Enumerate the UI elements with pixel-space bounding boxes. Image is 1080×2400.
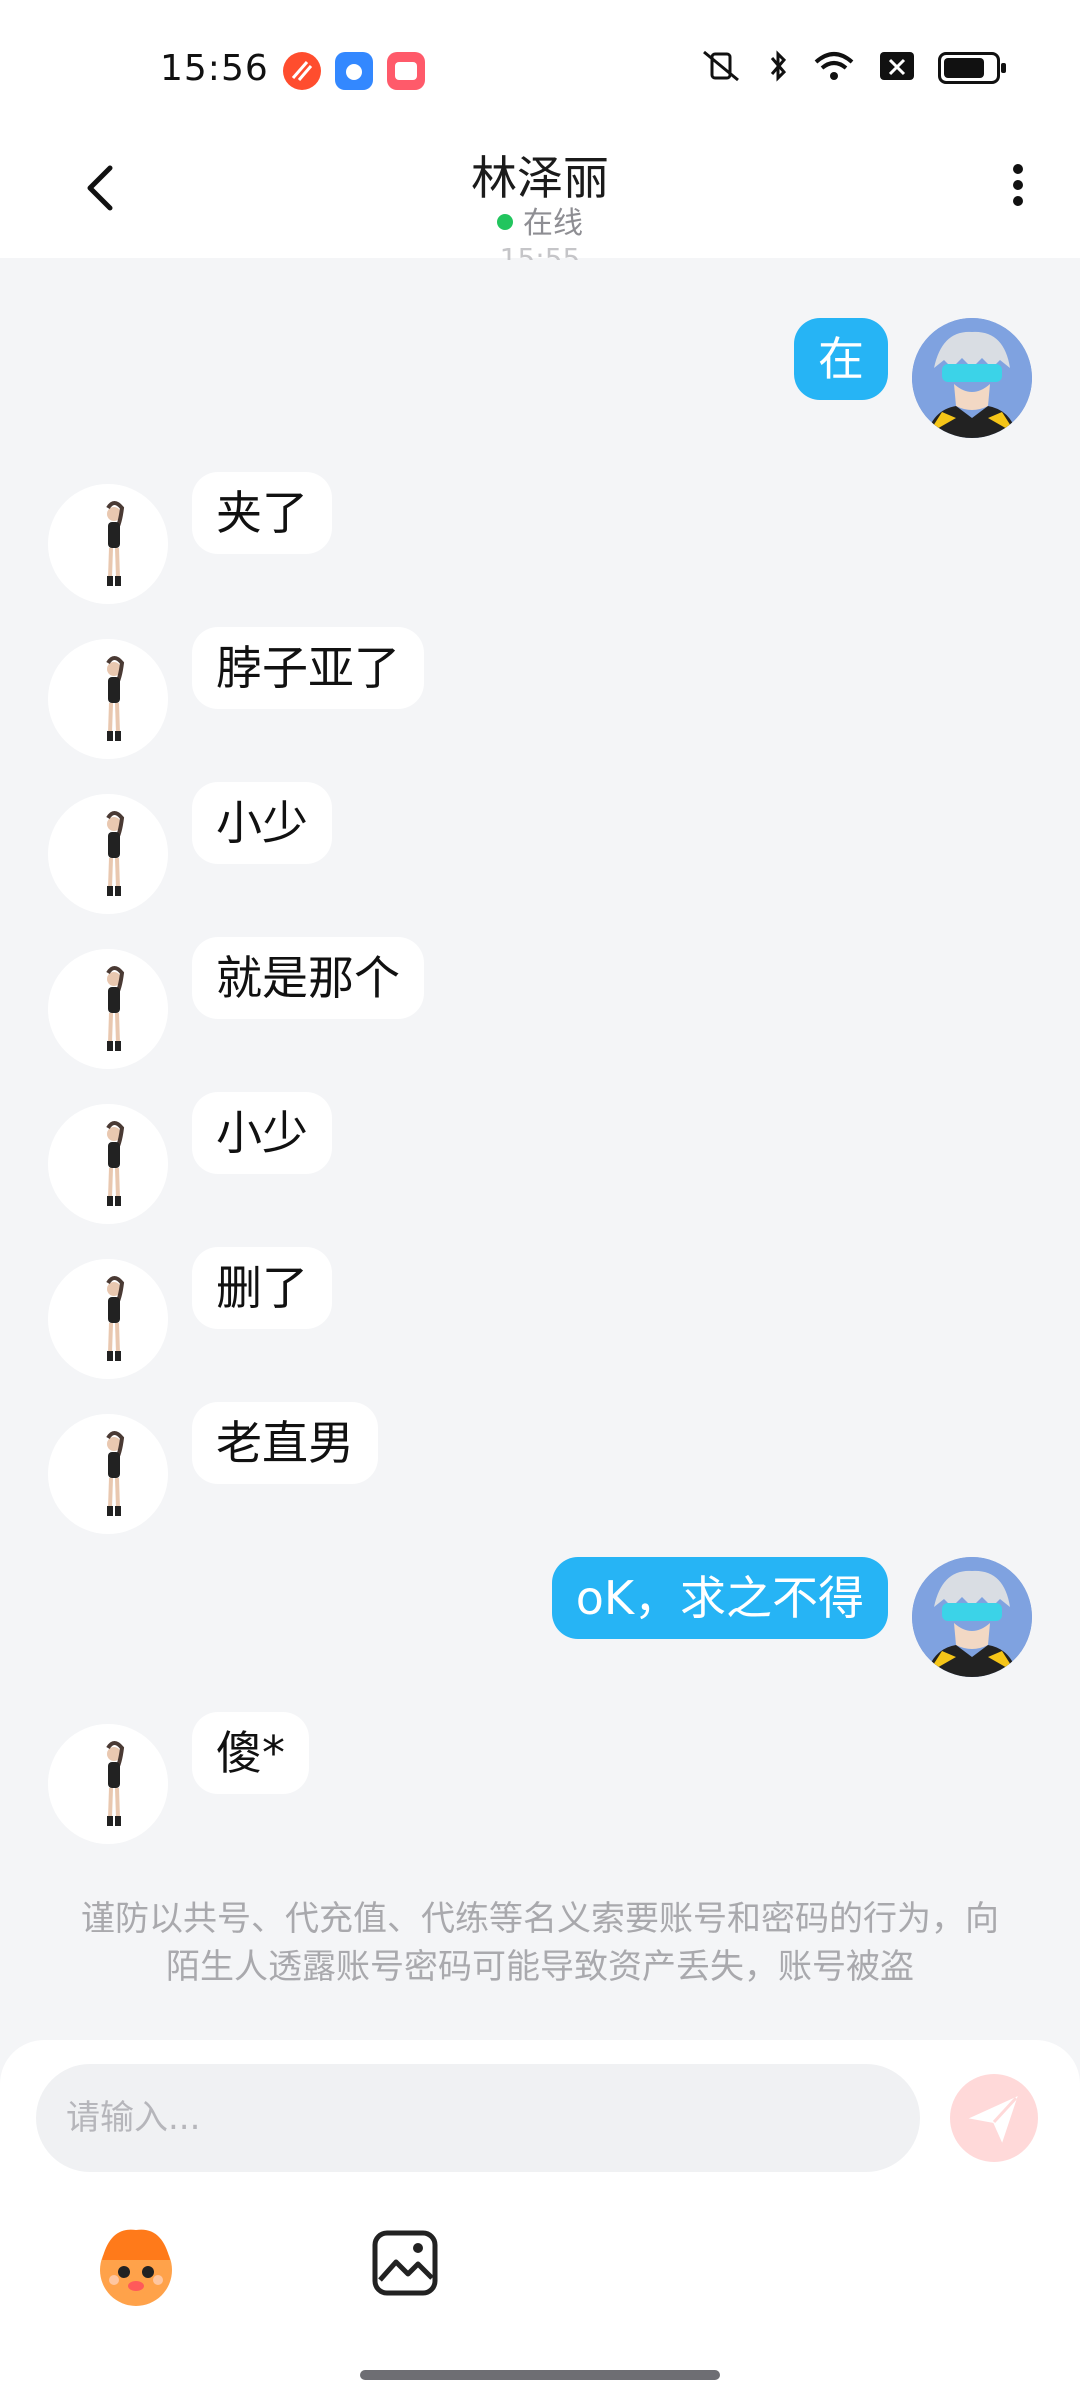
message-row: oK，求之不得	[0, 1557, 1080, 1687]
message-row: 老直男	[0, 1402, 1080, 1534]
incoming-message-bubble[interactable]: 傻*	[192, 1712, 309, 1794]
status-time: 15:56	[160, 48, 269, 89]
paper-plane-icon	[968, 2096, 1018, 2143]
message-row: 傻*	[0, 1712, 1080, 1844]
incoming-message-bubble[interactable]: 删了	[192, 1247, 332, 1329]
image-picker-button[interactable]	[370, 2228, 440, 2298]
baidu-app-icon	[335, 52, 373, 90]
send-button[interactable]	[950, 2074, 1038, 2162]
mute-vibrate-icon	[698, 48, 744, 88]
online-dot-icon	[497, 214, 513, 230]
contact-avatar[interactable]	[48, 949, 168, 1069]
my-avatar[interactable]	[912, 1557, 1032, 1677]
more-dot-icon	[1013, 164, 1023, 174]
contact-avatar[interactable]	[48, 1724, 168, 1844]
kuaishou-app-icon	[387, 52, 425, 90]
message-row: 在	[0, 318, 1080, 448]
status-icons	[698, 48, 1006, 88]
message-input[interactable]	[36, 2064, 920, 2172]
incoming-message-bubble[interactable]: 夹了	[192, 472, 332, 554]
message-row: 脖子亚了	[0, 627, 1080, 759]
contact-avatar[interactable]	[48, 639, 168, 759]
contact-avatar[interactable]	[48, 794, 168, 914]
incoming-message-bubble[interactable]: 小少	[192, 1092, 332, 1174]
message-row: 小少	[0, 1092, 1080, 1224]
online-status: 在线	[0, 198, 1080, 242]
contact-avatar[interactable]	[48, 484, 168, 604]
home-indicator[interactable]	[360, 2370, 720, 2380]
mascot-emoji-icon	[100, 2229, 172, 2306]
contact-avatar[interactable]	[48, 1259, 168, 1379]
incoming-message-bubble[interactable]: 小少	[192, 782, 332, 864]
wifi-icon	[812, 48, 856, 88]
message-row: 夹了	[0, 472, 1080, 604]
outgoing-message-bubble[interactable]: oK，求之不得	[551, 1557, 888, 1639]
more-dot-icon	[1013, 196, 1023, 206]
safety-warning: 谨防以共号、代充值、代练等名义索要账号和密码的行为，向陌生人透露账号密码可能导致…	[81, 1899, 999, 1987]
message-row: 小少	[0, 782, 1080, 914]
more-options-button[interactable]	[1008, 158, 1028, 218]
message-row: 就是那个	[0, 937, 1080, 1069]
outgoing-message-bubble[interactable]: 在	[794, 318, 888, 400]
sim-off-icon	[878, 48, 916, 88]
red-app-icon	[283, 52, 321, 90]
message-row: 删了	[0, 1247, 1080, 1379]
online-status-label: 在线	[523, 206, 583, 241]
contact-avatar[interactable]	[48, 1104, 168, 1224]
incoming-message-bubble[interactable]: 脖子亚了	[192, 627, 424, 709]
incoming-message-bubble[interactable]: 老直男	[192, 1402, 378, 1484]
emoji-mascot-button[interactable]	[90, 2220, 182, 2312]
bluetooth-icon	[766, 48, 790, 88]
battery-icon	[938, 52, 1006, 84]
more-dot-icon	[1013, 180, 1023, 190]
my-avatar[interactable]	[912, 318, 1032, 438]
incoming-message-bubble[interactable]: 就是那个	[192, 937, 424, 1019]
status-bar: 15:56	[0, 0, 1080, 130]
message-timestamp: 15:55	[499, 242, 581, 260]
composer-panel	[0, 2040, 1080, 2400]
contact-avatar[interactable]	[48, 1414, 168, 1534]
image-icon	[372, 2230, 438, 2296]
chat-header: 林泽丽 在线	[0, 130, 1080, 258]
